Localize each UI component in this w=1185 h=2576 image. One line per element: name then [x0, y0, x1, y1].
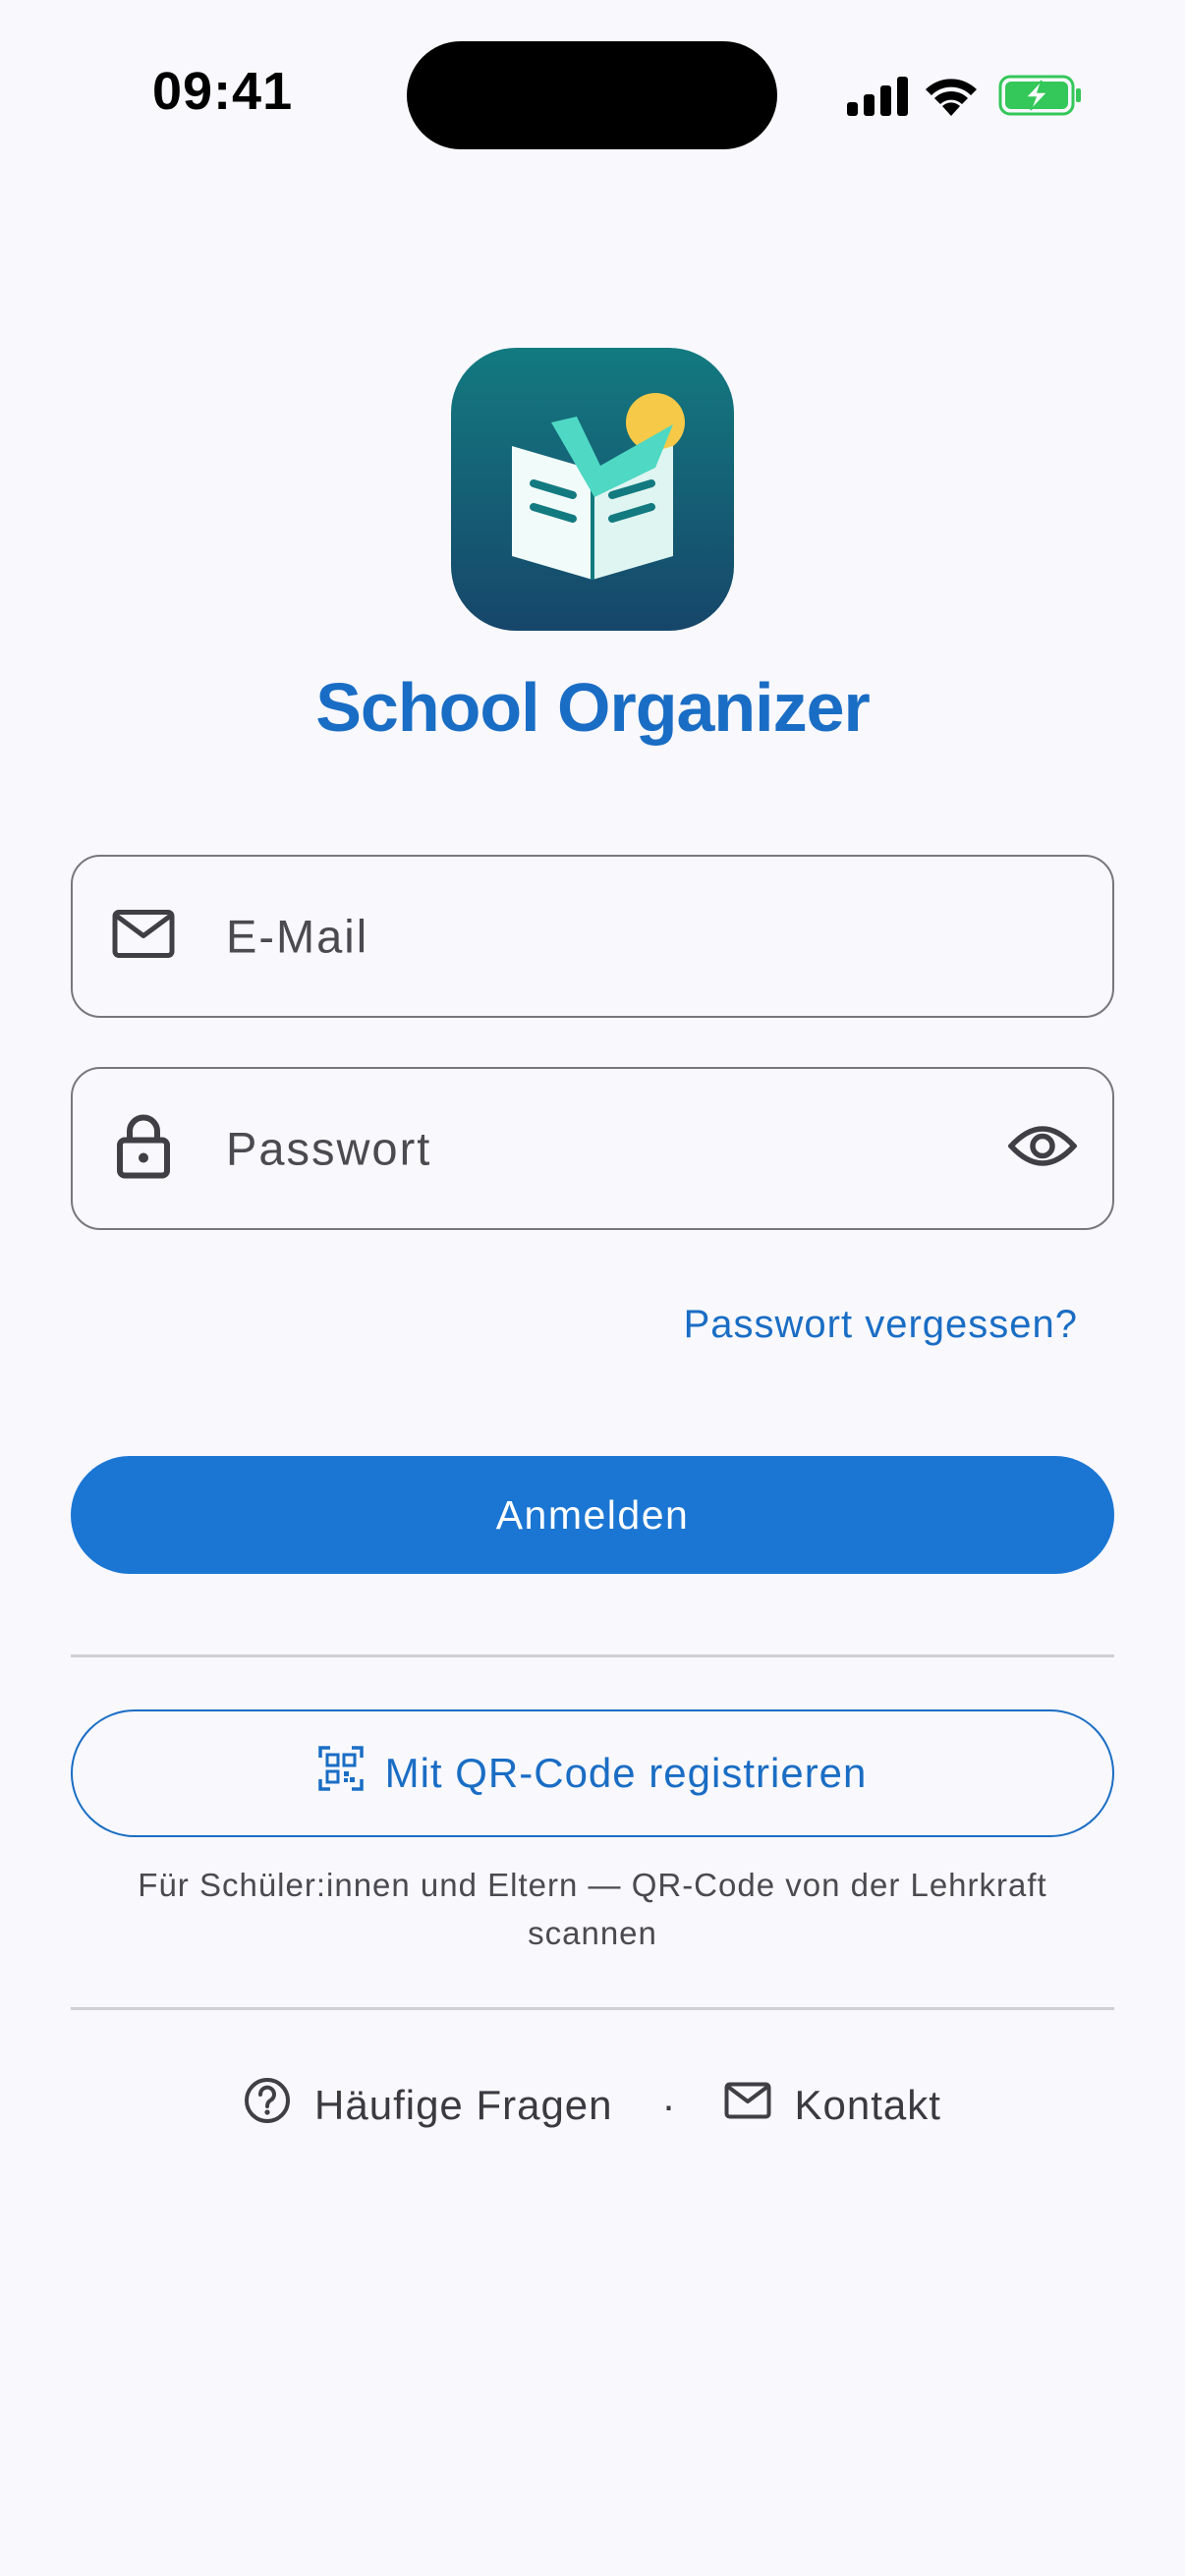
mail-icon: [724, 2082, 771, 2129]
wifi-icon: [926, 79, 977, 116]
battery-charging-icon: [998, 75, 1081, 116]
divider: [71, 2007, 1114, 2010]
qr-register-hint: Für Schüler:innen und Eltern — QR-Code v…: [138, 1867, 1047, 1951]
email-field[interactable]: E-Mail: [71, 855, 1114, 1018]
app-title: School Organizer: [315, 669, 871, 746]
email-placeholder: E-Mail: [226, 910, 369, 963]
lock-icon: [116, 1114, 171, 1184]
password-placeholder: Passwort: [226, 1122, 432, 1175]
qr-code-icon: [317, 1746, 364, 1801]
status-time: 09:41: [152, 62, 294, 121]
contact-label: Kontakt: [794, 2082, 941, 2128]
eye-icon[interactable]: [1007, 1124, 1078, 1174]
divider: [71, 1654, 1114, 1657]
open-book-checkmark-icon: [512, 393, 685, 580]
qr-register-button[interactable]: Mit QR-Code registrieren: [71, 1709, 1114, 1837]
help-circle-icon: [244, 2077, 291, 2134]
dynamic-island: [407, 41, 777, 149]
qr-register-label: Mit QR-Code registrieren: [384, 1750, 868, 1796]
footer-separator: ·: [661, 2082, 677, 2128]
login-button[interactable]: Anmelden: [71, 1456, 1114, 1574]
faq-link[interactable]: Häufige Fragen: [244, 2077, 613, 2134]
footer-links: Häufige Fragen · Kontakt: [0, 2071, 1185, 2140]
cellular-signal-icon: [847, 77, 908, 116]
login-screen: 09:41 School Organizer E-Mail Passwort P…: [0, 0, 1185, 2576]
mail-icon: [112, 910, 175, 964]
app-logo: [451, 348, 734, 631]
forgot-password-link[interactable]: Passwort vergessen?: [684, 1303, 1078, 1347]
faq-label: Häufige Fragen: [314, 2082, 613, 2128]
login-button-label: Anmelden: [495, 1491, 690, 1538]
password-field[interactable]: Passwort: [71, 1067, 1114, 1230]
contact-link[interactable]: Kontakt: [724, 2082, 941, 2129]
